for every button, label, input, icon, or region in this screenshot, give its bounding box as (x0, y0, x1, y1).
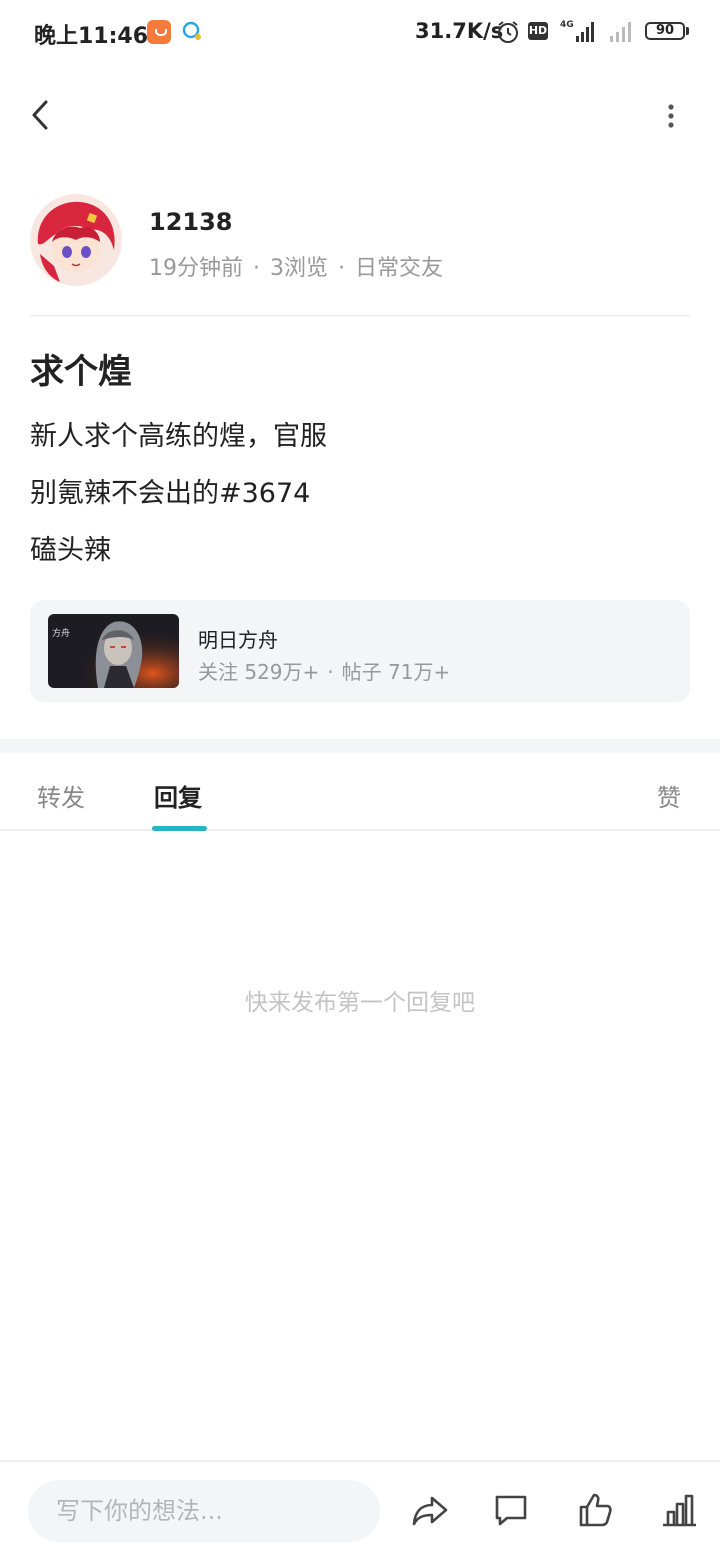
network-speed: 31.7K/s (415, 19, 504, 43)
avatar[interactable] (30, 194, 122, 286)
hd-badge: HD (528, 22, 548, 40)
signal-icon: 4G (560, 20, 594, 42)
meta-separator: · (338, 256, 345, 281)
svg-text:方舟: 方舟 (52, 627, 70, 639)
post-body-line: 新人求个高练的煌，官服 (30, 421, 327, 452)
author-name[interactable]: 12138 (149, 208, 233, 236)
battery-tip (686, 27, 689, 35)
community-stats: 关注 529万+ · 帖子 71万+ (198, 656, 450, 685)
share-icon[interactable] (410, 1490, 450, 1530)
community-posts: 帖子 71万+ (341, 660, 451, 684)
stats-icon[interactable] (659, 1490, 699, 1530)
signal-sim2-icon (610, 22, 631, 42)
community-followers: 关注 529万+ (198, 660, 320, 684)
alarm-icon (498, 21, 518, 43)
post-meta: 19分钟前 · 3浏览 · 日常交友 (149, 250, 443, 282)
post-body-line: 别氪辣不会出的#3674 (30, 478, 311, 509)
back-icon[interactable] (22, 92, 62, 138)
post-title: 求个煌 (30, 352, 132, 392)
status-bar: 晚上11:46 31.7K/s HD 4G 90 (0, 0, 720, 64)
section-gap (0, 739, 720, 753)
tab-reply[interactable]: 回复 (154, 778, 202, 813)
comment-input[interactable] (28, 1480, 380, 1542)
tab-indicator (152, 826, 207, 831)
meta-separator: · (253, 256, 260, 281)
post-category[interactable]: 日常交友 (355, 256, 443, 281)
comment-icon[interactable] (491, 1490, 531, 1530)
divider (30, 315, 690, 316)
community-card[interactable]: 方舟 明日方舟 关注 529万+ · 帖子 71万+ (30, 600, 690, 702)
community-thumbnail: 方舟 (48, 614, 179, 688)
tab-like[interactable]: 赞 (657, 778, 681, 813)
chat-notification-icon (182, 21, 201, 40)
app-notification-icon (147, 20, 171, 44)
empty-replies-text: 快来发布第一个回复吧 (245, 990, 475, 1016)
community-name: 明日方舟 (198, 628, 278, 652)
post-views: 3浏览 (270, 256, 328, 281)
like-icon[interactable] (575, 1490, 615, 1530)
stats-separator: · (327, 660, 334, 684)
bottom-divider (0, 1460, 720, 1462)
post-body-line: 磕头辣 (30, 535, 111, 566)
network-type: 4G (560, 20, 574, 30)
battery-icon: 90 (645, 22, 685, 40)
more-icon[interactable] (656, 98, 686, 134)
tab-repost[interactable]: 转发 (37, 778, 85, 813)
status-time: 晚上11:46 (34, 24, 149, 49)
post-time: 19分钟前 (149, 256, 243, 281)
tabs-divider (0, 829, 720, 831)
